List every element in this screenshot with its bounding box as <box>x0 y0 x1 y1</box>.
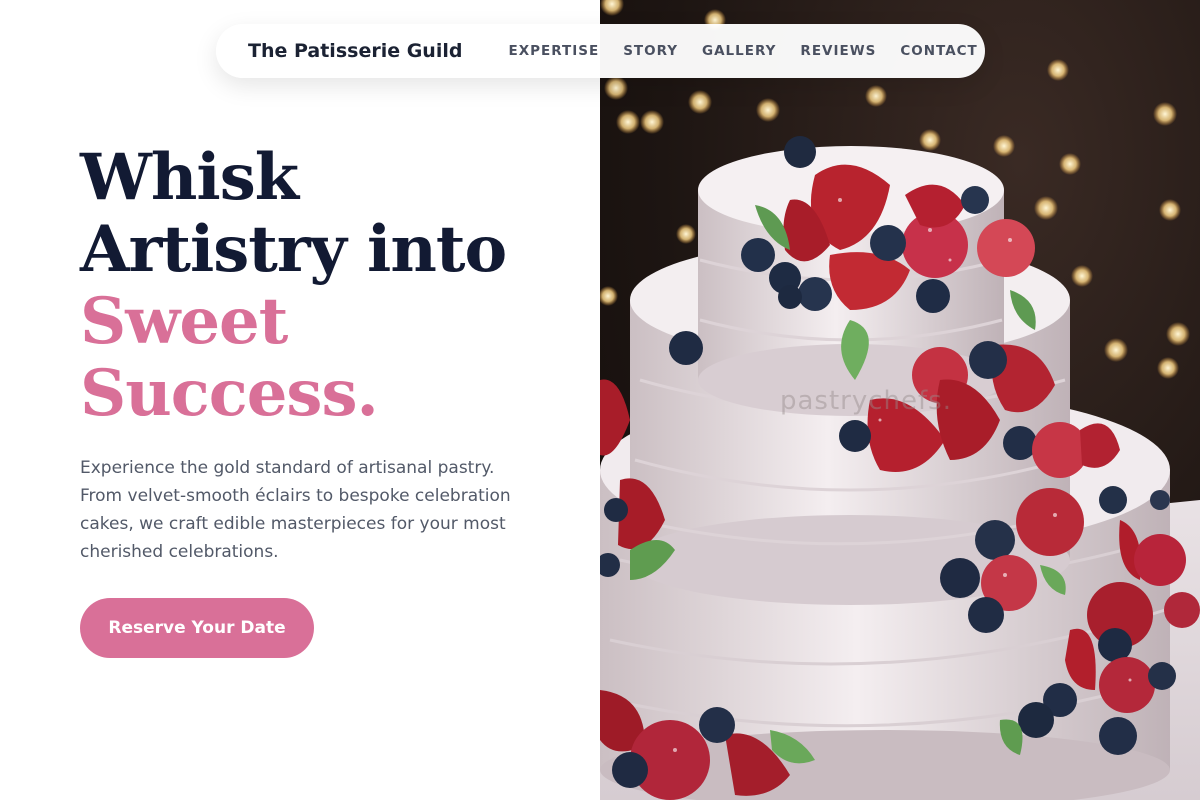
hero-title-line-1: Whisk <box>80 140 299 215</box>
hero-title: Whisk Artistry into Sweet Success. <box>80 142 580 430</box>
hero-text-panel: Whisk Artistry into Sweet Success. Exper… <box>0 0 600 800</box>
nav-link-story[interactable]: STORY <box>623 43 678 59</box>
brand-logo-text[interactable]: The Patisserie Guild <box>248 40 462 62</box>
hero-cake-image: pastrychefs. <box>600 0 1200 800</box>
hero-title-line-3: Sweet <box>80 284 288 359</box>
nav-links: EXPERTISE STORY GALLERY REVIEWS CONTACT <box>508 43 977 59</box>
nav-link-expertise[interactable]: EXPERTISE <box>508 43 599 59</box>
reserve-date-button[interactable]: Reserve Your Date <box>80 598 314 658</box>
hero-title-line-4: Success. <box>80 356 379 431</box>
nav-link-reviews[interactable]: REVIEWS <box>800 43 876 59</box>
nav-link-contact[interactable]: CONTACT <box>900 43 977 59</box>
image-watermark: pastrychefs. <box>780 386 952 416</box>
top-navigation: The Patisserie Guild EXPERTISE STORY GAL… <box>216 24 985 78</box>
hero-description: Experience the gold standard of artisana… <box>80 458 511 562</box>
hero-title-line-2: Artistry into <box>80 212 507 287</box>
nav-link-gallery[interactable]: GALLERY <box>702 43 776 59</box>
